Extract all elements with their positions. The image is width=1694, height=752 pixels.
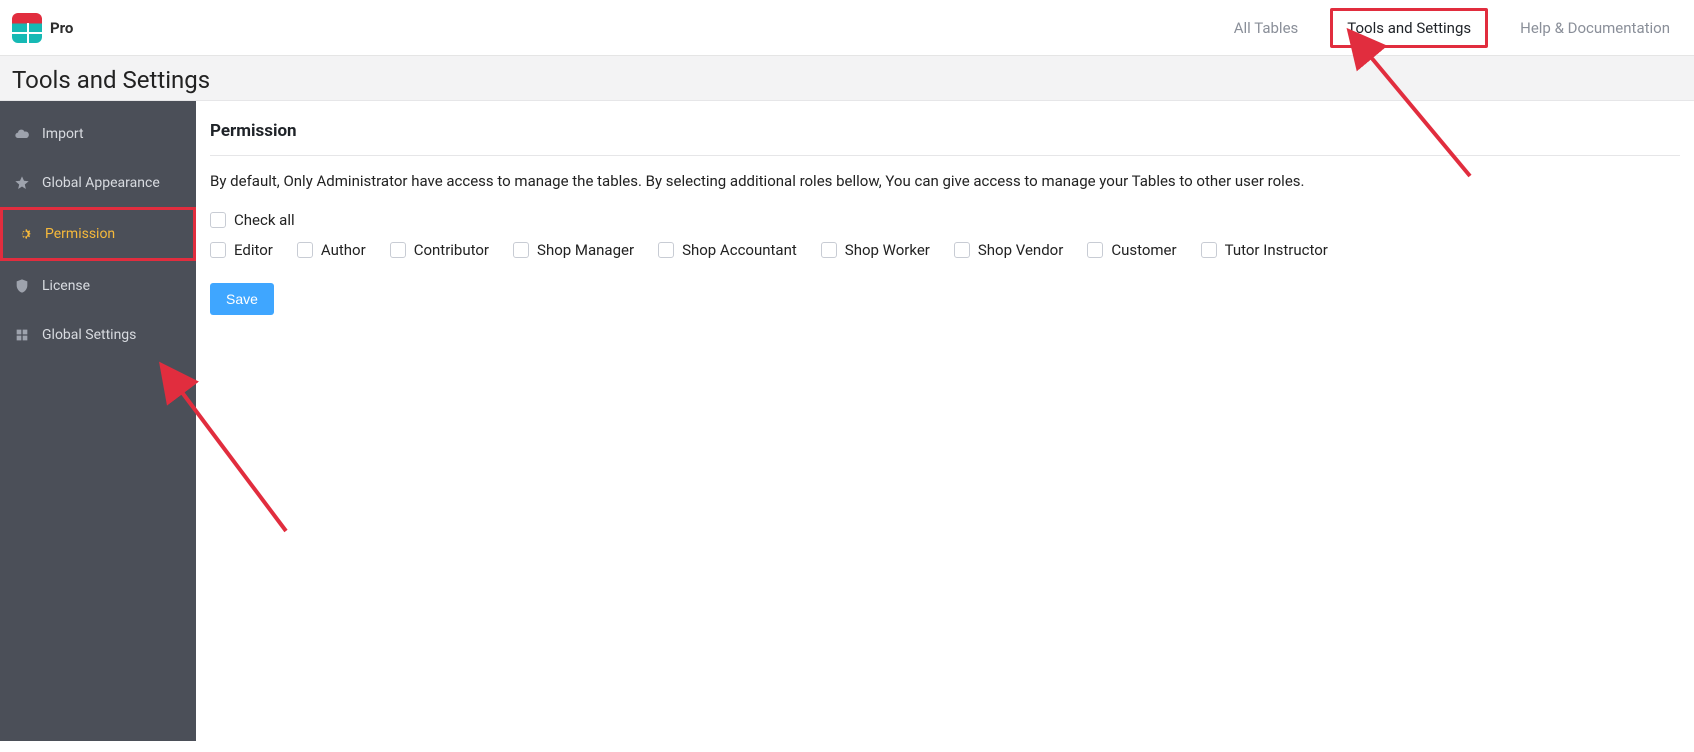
role-shop-worker[interactable]: Shop Worker: [821, 241, 930, 259]
section-title: Permission: [210, 113, 1680, 156]
sidebar-item-license[interactable]: License: [0, 261, 196, 310]
star-icon: [14, 175, 30, 191]
check-all-checkbox[interactable]: [210, 212, 226, 228]
sidebar-item-global-appearance[interactable]: Global Appearance: [0, 158, 196, 207]
sidebar-item-permission[interactable]: Permission: [0, 207, 196, 261]
sidebar-item-global-settings[interactable]: Global Settings: [0, 310, 196, 359]
gear-icon: [17, 226, 33, 242]
main-content: Permission By default, Only Administrato…: [196, 101, 1694, 741]
cloud-upload-icon: [14, 126, 30, 142]
role-label: Tutor Instructor: [1225, 241, 1328, 259]
role-tutor-instructor-checkbox[interactable]: [1201, 242, 1217, 258]
role-label: Customer: [1111, 241, 1176, 259]
role-author-checkbox[interactable]: [297, 242, 313, 258]
top-nav: All Tables Tools and Settings Help & Doc…: [1230, 8, 1674, 48]
topnav-help-docs[interactable]: Help & Documentation: [1516, 11, 1674, 45]
section-description: By default, Only Administrator have acce…: [210, 170, 1680, 193]
shield-icon: [14, 278, 30, 294]
check-all-label: Check all: [234, 211, 295, 229]
role-label: Shop Vendor: [978, 241, 1063, 259]
brand-title: Pro: [50, 19, 73, 37]
check-all[interactable]: Check all: [210, 211, 295, 229]
page-title: Tools and Settings: [0, 56, 1694, 101]
sidebar-item-label: Global Appearance: [42, 175, 160, 191]
grid-icon: [14, 327, 30, 343]
role-shop-manager[interactable]: Shop Manager: [513, 241, 634, 259]
topbar: Pro All Tables Tools and Settings Help &…: [0, 0, 1694, 56]
role-editor-checkbox[interactable]: [210, 242, 226, 258]
role-label: Editor: [234, 241, 273, 259]
sidebar-item-label: License: [42, 278, 90, 294]
role-label: Shop Worker: [845, 241, 930, 259]
sidebar-item-import[interactable]: Import: [0, 109, 196, 158]
role-customer-checkbox[interactable]: [1087, 242, 1103, 258]
role-shop-vendor-checkbox[interactable]: [954, 242, 970, 258]
role-label: Contributor: [414, 241, 489, 259]
role-label: Author: [321, 241, 366, 259]
sidebar: Import Global Appearance Permission Lice…: [0, 101, 196, 741]
role-shop-manager-checkbox[interactable]: [513, 242, 529, 258]
role-shop-worker-checkbox[interactable]: [821, 242, 837, 258]
role-editor[interactable]: Editor: [210, 241, 273, 259]
role-shop-accountant[interactable]: Shop Accountant: [658, 241, 797, 259]
roles-row: Editor Author Contributor Shop Manager S…: [210, 241, 1680, 259]
topnav-tools-settings[interactable]: Tools and Settings: [1330, 8, 1488, 48]
role-shop-accountant-checkbox[interactable]: [658, 242, 674, 258]
role-contributor[interactable]: Contributor: [390, 241, 489, 259]
brand: Pro: [12, 13, 73, 43]
sidebar-item-label: Global Settings: [42, 327, 136, 343]
role-tutor-instructor[interactable]: Tutor Instructor: [1201, 241, 1328, 259]
role-author[interactable]: Author: [297, 241, 366, 259]
sidebar-item-label: Permission: [45, 226, 115, 242]
role-label: Shop Manager: [537, 241, 634, 259]
check-all-row: Check all: [210, 211, 1680, 229]
save-button[interactable]: Save: [210, 283, 274, 315]
role-contributor-checkbox[interactable]: [390, 242, 406, 258]
sidebar-item-label: Import: [42, 126, 84, 142]
role-customer[interactable]: Customer: [1087, 241, 1176, 259]
role-label: Shop Accountant: [682, 241, 797, 259]
app-logo-icon: [12, 13, 42, 43]
role-shop-vendor[interactable]: Shop Vendor: [954, 241, 1063, 259]
topnav-all-tables[interactable]: All Tables: [1230, 11, 1303, 45]
